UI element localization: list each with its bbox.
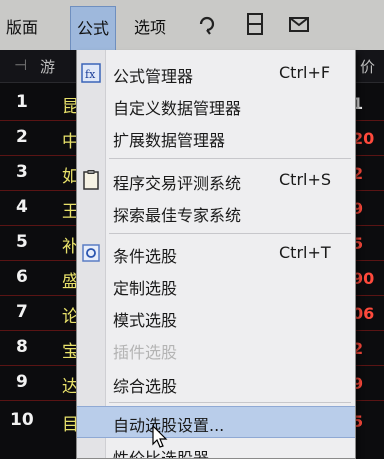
menu-item-label: 自定义数据管理器 [113,99,242,118]
menu-item-value-selector[interactable]: 性价比选股器 [77,440,355,458]
menu-item-label: 程序交易评测系统 [113,174,242,193]
row-number: 8 [16,337,28,357]
menu-item-shortcut: Ctrl+S [279,170,332,189]
menu-item-trading-evaluation[interactable]: 程序交易评测系统 Ctrl+S [77,165,355,195]
condition-select-icon [82,244,100,262]
menu-item-condition-select[interactable]: 条件选股 Ctrl+T [77,238,355,268]
menu-separator [109,402,351,403]
menu-formula[interactable]: 公式 [70,6,117,50]
mouse-cursor-icon [152,425,168,448]
row-number: 3 [16,162,28,182]
row-number: 6 [16,267,28,287]
row-number: 4 [16,197,28,217]
menu-item-label: 公式管理器 [113,67,194,86]
menu-item-combined-select[interactable]: 综合选股 [77,368,355,398]
menu-item-shortcut: Ctrl+T [279,243,331,262]
menu-item-custom-select[interactable]: 定制选股 [77,270,355,300]
menu-item-label: 综合选股 [113,377,178,396]
menu-separator [109,158,351,159]
menu-item-label: 探索最佳专家系统 [113,206,242,225]
menu-item-pattern-select[interactable]: 模式选股 [77,302,355,332]
menu-item-plugin-select: 插件选股 [77,334,355,364]
menu-options[interactable]: 选项 [134,14,166,38]
menu-item-shortcut: Ctrl+F [279,63,331,82]
row-number: 9 [16,372,28,392]
menu-item-label: 定制选股 [113,279,178,298]
row-number: 1 [16,92,28,112]
menu-item-formula-manager[interactable]: fx 公式管理器 Ctrl+F [77,58,355,88]
row-number: 2 [16,127,28,147]
column-header-name[interactable]: 游 [40,56,55,77]
formula-dropdown-menu: fx 公式管理器 Ctrl+F 自定义数据管理器 扩展数据管理器 程序交易评测系… [76,50,356,459]
column-header-price[interactable]: 价 [360,56,375,77]
row-number: 7 [16,302,28,322]
menu-item-expert-system[interactable]: 探索最佳专家系统 [77,197,355,227]
svg-text:fx: fx [85,68,96,81]
menu-item-custom-data-manager[interactable]: 自定义数据管理器 [77,90,355,120]
menu-item-extended-data-manager[interactable]: 扩展数据管理器 [77,122,355,152]
menu-item-label: 条件选股 [113,247,178,266]
menu-bar: 版面 公式 选项 [0,0,384,51]
pin-icon: ⊣ [14,56,28,74]
menu-item-label: 模式选股 [113,311,178,330]
menu-item-auto-select-settings[interactable]: 自动选股设置... [77,406,355,438]
formula-manager-icon: fx [81,63,101,83]
document-icon[interactable] [244,12,266,36]
row-number: 5 [16,232,28,252]
menu-layout[interactable]: 版面 [6,14,38,38]
menu-separator [109,233,351,234]
row-number: 10 [10,410,34,430]
refresh-icon[interactable] [196,12,218,36]
menu-item-label: 扩展数据管理器 [113,131,226,150]
mail-icon[interactable] [288,12,310,36]
clipboard-icon [83,170,99,190]
menu-item-label: 插件选股 [113,343,178,362]
menu-item-label: 自动选股设置... [113,416,225,435]
